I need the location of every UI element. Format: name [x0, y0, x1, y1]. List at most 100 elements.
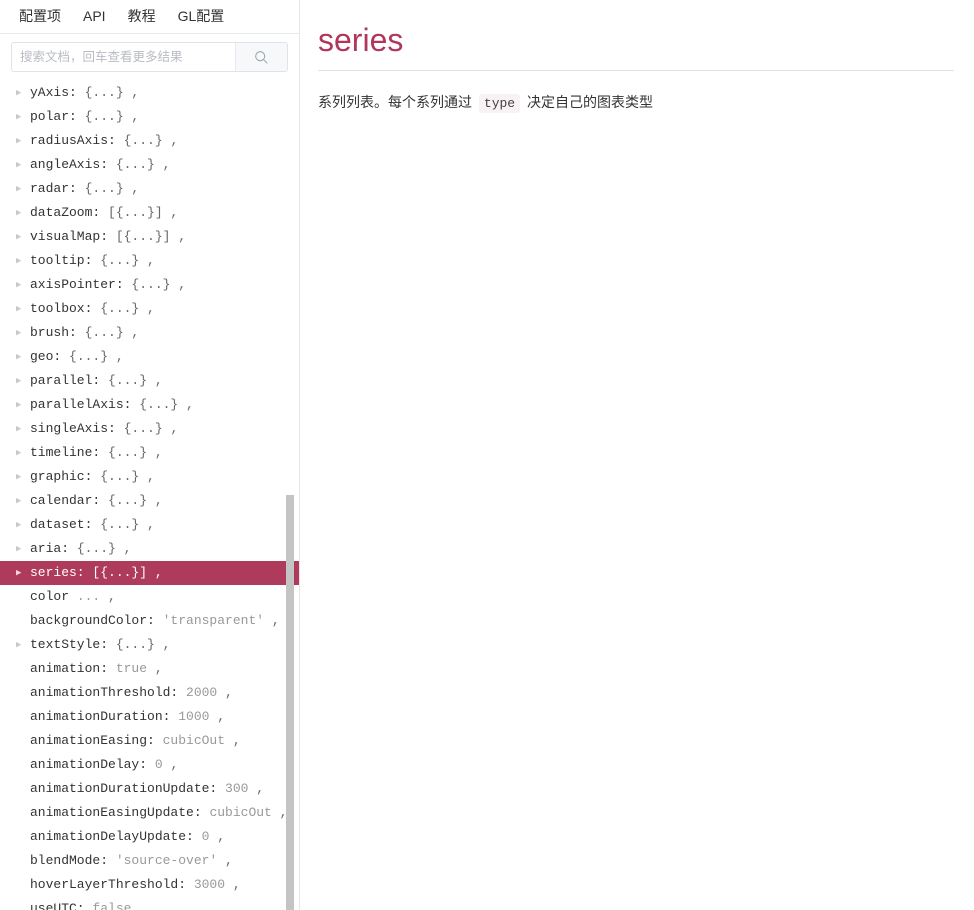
option-separator: ,	[225, 877, 241, 892]
option-tree-item-animationDuration[interactable]: animationDuration: 1000 ,	[0, 705, 299, 729]
option-tree-item-textStyle[interactable]: ▶ textStyle: {...} ,	[0, 633, 299, 657]
option-value: {...}	[123, 133, 163, 148]
option-key: toolbox:	[30, 301, 101, 316]
option-key: geo:	[30, 349, 70, 364]
option-separator: ,	[178, 397, 194, 412]
option-tree-item-label: parallelAxis: {...} ,	[30, 393, 194, 417]
option-tree-item-parallelAxis[interactable]: ▶ parallelAxis: {...} ,	[0, 393, 299, 417]
option-tree-item-axisPointer[interactable]: ▶ axisPointer: {...} ,	[0, 273, 299, 297]
search-button[interactable]	[235, 43, 287, 71]
chevron-right-icon[interactable]: ▶	[16, 561, 26, 585]
tab-api[interactable]: API	[72, 0, 117, 33]
chevron-right-icon[interactable]: ▶	[16, 393, 26, 417]
chevron-right-icon[interactable]: ▶	[16, 153, 26, 177]
sidebar-scrollbar-track[interactable]	[286, 81, 294, 910]
option-tree-item-radar[interactable]: ▶ radar: {...} ,	[0, 177, 299, 201]
tab-tutorial[interactable]: 教程	[117, 0, 167, 33]
option-tree-item-graphic[interactable]: ▶ graphic: {...} ,	[0, 465, 299, 489]
option-tree-item-animationDurationUpdate[interactable]: animationDurationUpdate: 300 ,	[0, 777, 299, 801]
tab-options[interactable]: 配置项	[12, 0, 72, 33]
search-box[interactable]	[11, 42, 288, 72]
option-value: 'source-over'	[115, 853, 218, 868]
option-key: polar:	[30, 109, 85, 124]
option-separator: ,	[170, 229, 187, 244]
option-tree-item-calendar[interactable]: ▶ calendar: {...} ,	[0, 489, 299, 513]
option-tree-item-angleAxis[interactable]: ▶ angleAxis: {...} ,	[0, 153, 299, 177]
option-tree-item-visualMap[interactable]: ▶ visualMap: [{...}] ,	[0, 225, 299, 249]
search-input[interactable]	[12, 43, 235, 71]
chevron-right-icon[interactable]: ▶	[16, 273, 26, 297]
option-tree-item-polar[interactable]: ▶ polar: {...} ,	[0, 105, 299, 129]
option-separator: ,	[154, 637, 171, 652]
page-title: series	[318, 22, 404, 58]
chevron-right-icon[interactable]: ▶	[16, 105, 26, 129]
option-tree-item-singleAxis[interactable]: ▶ singleAxis: {...} ,	[0, 417, 299, 441]
inline-code-type: type	[478, 94, 521, 113]
option-value: [{...}]	[92, 565, 148, 580]
chevron-right-icon[interactable]: ▶	[16, 369, 26, 393]
option-tree-item-label: series: [{...}] ,	[30, 561, 163, 585]
chevron-right-icon[interactable]: ▶	[16, 513, 26, 537]
chevron-right-icon[interactable]: ▶	[16, 489, 26, 513]
chevron-right-icon[interactable]: ▶	[16, 177, 26, 201]
option-separator: ,	[123, 181, 140, 196]
chevron-right-icon[interactable]: ▶	[16, 81, 26, 105]
option-tree-item-animationThreshold[interactable]: animationThreshold: 2000 ,	[0, 681, 299, 705]
chevron-right-icon[interactable]: ▶	[16, 633, 26, 657]
option-key: axisPointer:	[30, 277, 132, 292]
chevron-right-icon[interactable]: ▶	[16, 129, 26, 153]
option-separator: ,	[162, 205, 179, 220]
option-tree-item-tooltip[interactable]: ▶ tooltip: {...} ,	[0, 249, 299, 273]
option-tree-item-hoverLayerThreshold[interactable]: hoverLayerThreshold: 3000 ,	[0, 873, 299, 897]
chevron-right-icon[interactable]: ▶	[16, 345, 26, 369]
option-tree-item-animationEasing[interactable]: animationEasing: cubicOut ,	[0, 729, 299, 753]
option-key: color	[30, 589, 77, 604]
option-value: {...}	[84, 181, 124, 196]
option-tree-item-timeline[interactable]: ▶ timeline: {...} ,	[0, 441, 299, 465]
option-tree-item-geo[interactable]: ▶ geo: {...} ,	[0, 345, 299, 369]
option-tree-item-animationDelay[interactable]: animationDelay: 0 ,	[0, 753, 299, 777]
chevron-right-icon[interactable]: ▶	[16, 441, 26, 465]
option-key: dataset:	[30, 517, 101, 532]
option-tree-item-radiusAxis[interactable]: ▶ radiusAxis: {...} ,	[0, 129, 299, 153]
option-value: {...}	[131, 277, 171, 292]
option-tree-item-parallel[interactable]: ▶ parallel: {...} ,	[0, 369, 299, 393]
option-tree-item-toolbox[interactable]: ▶ toolbox: {...} ,	[0, 297, 299, 321]
option-tree-item-animationEasingUpdate[interactable]: animationEasingUpdate: cubicOut ,	[0, 801, 299, 825]
option-separator: ,	[248, 781, 265, 796]
chevron-right-icon[interactable]: ▶	[16, 249, 26, 273]
option-value: {...}	[108, 373, 148, 388]
option-separator: ,	[139, 301, 155, 316]
option-tree-item-animation[interactable]: animation: true ,	[0, 657, 299, 681]
option-key: animation:	[30, 661, 116, 676]
option-key: parallelAxis:	[30, 397, 140, 412]
option-tree-item-aria[interactable]: ▶ aria: {...} ,	[0, 537, 299, 561]
option-tree-item-dataset[interactable]: ▶ dataset: {...} ,	[0, 513, 299, 537]
option-tree[interactable]: ▶ yAxis: {...} , ▶ polar: {...} , ▶ radiusAxi…	[0, 81, 299, 910]
option-tree-item-brush[interactable]: ▶ brush: {...} ,	[0, 321, 299, 345]
chevron-right-icon[interactable]: ▶	[16, 321, 26, 345]
option-key: hoverLayerThreshold:	[30, 877, 194, 892]
chevron-right-icon[interactable]: ▶	[16, 201, 26, 225]
chevron-right-icon[interactable]: ▶	[16, 465, 26, 489]
tab-gl-options[interactable]: GL配置	[167, 0, 236, 33]
option-tree-item-dataZoom[interactable]: ▶ dataZoom: [{...}] ,	[0, 201, 299, 225]
option-tree-item-animationDelayUpdate[interactable]: animationDelayUpdate: 0 ,	[0, 825, 299, 849]
chevron-right-icon[interactable]: ▶	[16, 417, 26, 441]
option-tree-item-yAxis[interactable]: ▶ yAxis: {...} ,	[0, 81, 299, 105]
sidebar: 配置项API教程GL配置 ▶yAxis: {...} ,▶polar: {...…	[0, 0, 300, 910]
option-tree-item-useUTC[interactable]: useUTC: false	[0, 897, 299, 910]
option-value: {...}	[100, 517, 140, 532]
option-tree-item-backgroundColor[interactable]: backgroundColor: 'transparent' ,	[0, 609, 299, 633]
sidebar-scrollbar-thumb[interactable]	[286, 495, 294, 910]
option-separator: ,	[100, 589, 116, 604]
option-key: aria:	[30, 541, 77, 556]
option-tree-item-label: textStyle: {...} ,	[30, 633, 170, 657]
chevron-right-icon[interactable]: ▶	[16, 297, 26, 321]
chevron-right-icon[interactable]: ▶	[16, 225, 26, 249]
option-key: timeline:	[30, 445, 109, 460]
option-tree-item-blendMode[interactable]: blendMode: 'source-over' ,	[0, 849, 299, 873]
chevron-right-icon[interactable]: ▶	[16, 537, 26, 561]
option-tree-item-series[interactable]: ▶ series: [{...}] ,	[0, 561, 299, 585]
option-tree-item-color[interactable]: color ... ,	[0, 585, 299, 609]
